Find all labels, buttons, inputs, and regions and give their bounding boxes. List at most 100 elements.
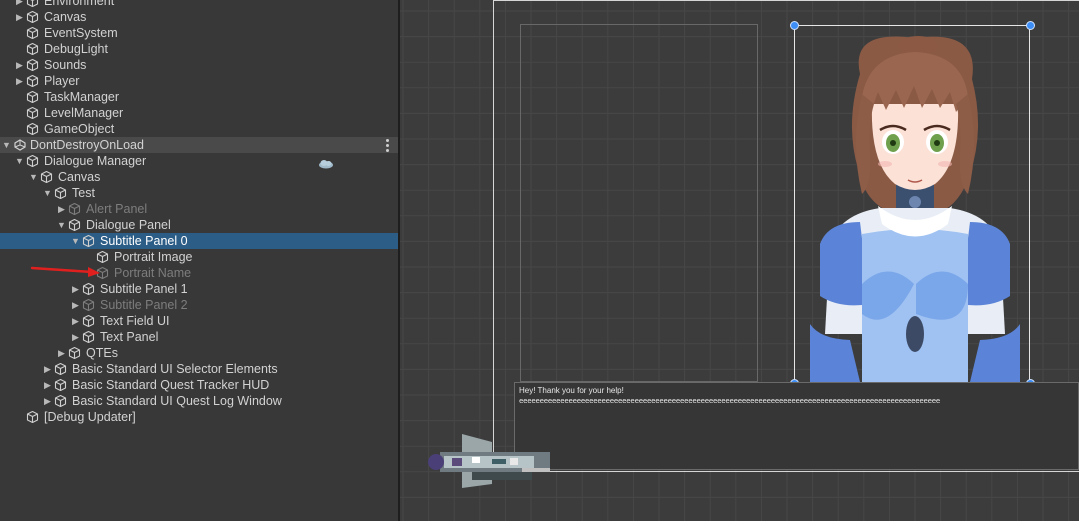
- hierarchy-item-alert-panel[interactable]: ▶ Alert Panel: [0, 201, 398, 217]
- gameobject-cube-icon: [54, 394, 67, 408]
- gameobject-cube-icon: [54, 362, 67, 376]
- hierarchy-item-player[interactable]: ▶ Player: [0, 73, 398, 89]
- gameobject-cube-icon: [82, 314, 95, 328]
- hierarchy-item-gameobject[interactable]: GameObject: [0, 121, 398, 137]
- hierarchy-item-label: Alert Panel: [86, 202, 148, 216]
- hierarchy-item-dialogue-panel[interactable]: ▼ Dialogue Panel: [0, 217, 398, 233]
- gameobject-cube-icon: [82, 282, 95, 296]
- scene-header-dontdestroyonload[interactable]: ▼ DontDestroyOnLoad: [0, 137, 398, 153]
- hierarchy-item-label: Canvas: [58, 170, 101, 184]
- gameobject-cube-icon: [26, 0, 39, 8]
- expand-arrow-right-icon[interactable]: ▶: [15, 0, 24, 7]
- expand-arrow-right-icon[interactable]: ▶: [43, 395, 52, 407]
- expand-arrow-right-icon[interactable]: ▶: [15, 75, 24, 87]
- hierarchy-item-label: Subtitle Panel 1: [100, 282, 188, 296]
- gameobject-cube-icon: [26, 154, 39, 168]
- red-arrow-annotation: [30, 266, 100, 277]
- hierarchy-item-label: Player: [44, 74, 80, 88]
- hierarchy-panel: ▶ Environment ▶ Canvas EventSystem DebugLight…: [0, 0, 398, 521]
- expand-arrow-down-icon[interactable]: ▼: [29, 171, 38, 183]
- hierarchy-item-basic-standard-quest-tracker-hud[interactable]: ▶ Basic Standard Quest Tracker HUD: [0, 377, 398, 393]
- expand-arrow-right-icon[interactable]: ▶: [57, 203, 66, 215]
- hierarchy-item-label: Basic Standard UI Selector Elements: [72, 362, 278, 376]
- scene-view[interactable]: Hey! Thank you for your help! eeeeeeeeee…: [400, 0, 1079, 521]
- hierarchy-item-portrait-image[interactable]: Portrait Image: [0, 249, 398, 265]
- hierarchy-item-label: LevelManager: [44, 106, 124, 120]
- expand-arrow-right-icon[interactable]: ▶: [15, 11, 24, 23]
- expand-arrow-down-icon[interactable]: ▼: [57, 219, 66, 231]
- hierarchy-item-label: Portrait Image: [114, 250, 193, 264]
- prefab-cloud-icon: [318, 156, 334, 169]
- hierarchy-item-debug-updater[interactable]: [Debug Updater]: [0, 409, 398, 425]
- hierarchy-item-text-field-ui[interactable]: ▶ Text Field UI: [0, 313, 398, 329]
- expand-arrow-right-icon[interactable]: ▶: [71, 315, 80, 327]
- hierarchy-item-levelmanager[interactable]: LevelManager: [0, 105, 398, 121]
- hierarchy-item-label: TaskManager: [44, 90, 120, 104]
- hierarchy-item-label: Sounds: [44, 58, 87, 72]
- expand-arrow-right-icon[interactable]: ▶: [71, 283, 80, 295]
- expand-arrow-right-icon[interactable]: ▶: [15, 59, 24, 71]
- selection-rect[interactable]: [794, 25, 1030, 383]
- gameobject-cube-icon: [68, 218, 81, 232]
- hierarchy-item-environment[interactable]: ▶ Environment: [0, 0, 398, 9]
- expand-arrow-right-icon[interactable]: ▶: [71, 331, 80, 343]
- expand-arrow-down-icon[interactable]: ▼: [15, 155, 24, 167]
- gameobject-cube-icon: [54, 378, 67, 392]
- gameobject-cube-icon: [26, 90, 39, 104]
- hierarchy-item-label: Portrait Name: [114, 266, 192, 280]
- hierarchy-item-label: DebugLight: [44, 42, 108, 56]
- gameobject-cube-icon: [26, 10, 39, 24]
- hierarchy-item-basic-standard-ui-quest-log-window[interactable]: ▶ Basic Standard UI Quest Log Window: [0, 393, 398, 409]
- subtitle-panel: Hey! Thank you for your help! eeeeeeeeee…: [514, 382, 1079, 470]
- hierarchy-item-label: Text Panel: [100, 330, 159, 344]
- hierarchy-item-dialogue-manager[interactable]: ▼ Dialogue Manager: [0, 153, 398, 169]
- gameobject-cube-icon: [26, 122, 39, 136]
- expand-arrow-right-icon[interactable]: ▶: [43, 363, 52, 375]
- hierarchy-item-label: Subtitle Panel 0: [100, 234, 188, 248]
- hierarchy-item-eventsystem[interactable]: EventSystem: [0, 25, 398, 41]
- gameobject-cube-icon: [82, 234, 95, 248]
- hierarchy-item-sounds[interactable]: ▶ Sounds: [0, 57, 398, 73]
- hierarchy-item-canvas[interactable]: ▼ Canvas: [0, 169, 398, 185]
- gameobject-cube-icon: [54, 186, 67, 200]
- hierarchy-item-label: Canvas: [44, 10, 87, 24]
- gameobject-cube-icon: [82, 330, 95, 344]
- hierarchy-item-subtitle-panel-1[interactable]: ▶ Subtitle Panel 1: [0, 281, 398, 297]
- gameobject-cube-icon: [26, 42, 39, 56]
- hierarchy-item-qtes[interactable]: ▶ QTEs: [0, 345, 398, 361]
- gameobject-cube-icon: [82, 298, 95, 312]
- hierarchy-item-label: Environment: [44, 0, 115, 8]
- expand-arrow-right-icon[interactable]: ▶: [57, 347, 66, 359]
- hierarchy-item-canvas[interactable]: ▶ Canvas: [0, 9, 398, 25]
- expand-arrow-right-icon[interactable]: ▶: [43, 379, 52, 391]
- resize-handle-top-left[interactable]: [790, 21, 799, 30]
- hierarchy-item-subtitle-panel-0[interactable]: ▼ Subtitle Panel 0: [0, 233, 398, 249]
- expand-arrow-down-icon[interactable]: ▼: [71, 235, 80, 247]
- expand-arrow-down-icon[interactable]: ▼: [43, 187, 52, 199]
- gameobject-cube-icon: [68, 346, 81, 360]
- subtitle-text-line-2: eeeeeeeeeeeeeeeeeeeeeeeeeeeeeeeeeeeeeeee…: [519, 396, 940, 405]
- hierarchy-item-label: EventSystem: [44, 26, 118, 40]
- hierarchy-item-basic-standard-ui-selector-elements[interactable]: ▶ Basic Standard UI Selector Elements: [0, 361, 398, 377]
- hierarchy-item-label: Dialogue Panel: [86, 218, 171, 232]
- hierarchy-item-test[interactable]: ▼ Test: [0, 185, 398, 201]
- gameobject-cube-icon: [26, 410, 39, 424]
- expand-arrow-right-icon[interactable]: ▶: [71, 299, 80, 311]
- gameobject-cube-icon: [26, 26, 39, 40]
- hierarchy-item-label: Basic Standard UI Quest Log Window: [72, 394, 282, 408]
- hierarchy-item-debuglight[interactable]: DebugLight: [0, 41, 398, 57]
- hierarchy-item-taskmanager[interactable]: TaskManager: [0, 89, 398, 105]
- hierarchy-item-label: Dialogue Manager: [44, 154, 147, 168]
- resize-handle-top-right[interactable]: [1026, 21, 1035, 30]
- expand-arrow-down-icon[interactable]: ▼: [2, 139, 11, 151]
- unity-scene-icon: [14, 139, 26, 151]
- subtitle-text-line-1: Hey! Thank you for your help!: [519, 386, 624, 395]
- gameobject-cube-icon: [40, 170, 53, 184]
- hierarchy-item-text-panel[interactable]: ▶ Text Panel: [0, 329, 398, 345]
- gameobject-cube-icon: [26, 74, 39, 88]
- gameobject-cube-icon: [68, 202, 81, 216]
- hierarchy-item-label: [Debug Updater]: [44, 410, 136, 424]
- hierarchy-item-label: Basic Standard Quest Tracker HUD: [72, 378, 270, 392]
- more-options-icon[interactable]: [384, 137, 390, 153]
- hierarchy-item-subtitle-panel-2[interactable]: ▶ Subtitle Panel 2: [0, 297, 398, 313]
